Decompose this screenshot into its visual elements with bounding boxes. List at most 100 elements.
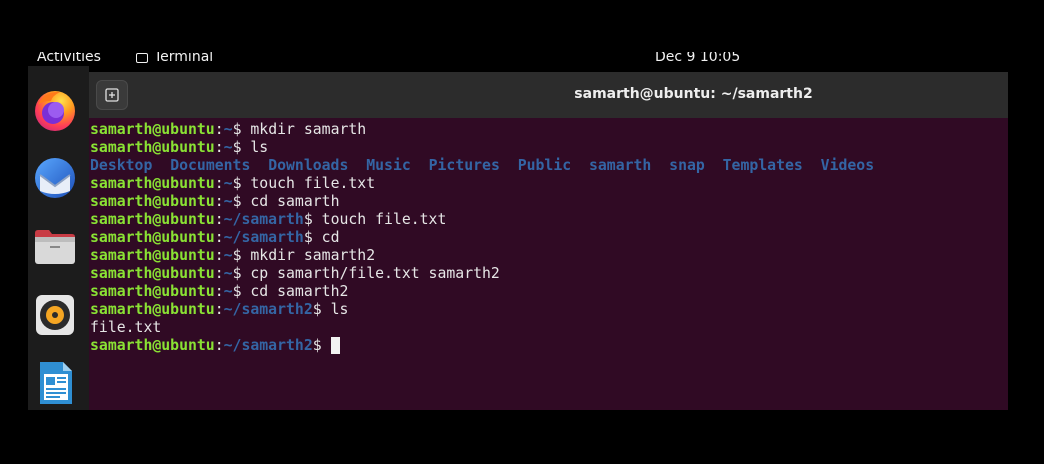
terminal-prompt-line: samarth@ubuntu:~$ cd samarth	[90, 193, 874, 211]
prompt-command: cp samarth/file.txt samarth2	[250, 265, 500, 282]
prompt-symbol: $	[312, 301, 331, 318]
activities-button[interactable]: Activities	[37, 52, 101, 66]
thunderbird-icon	[35, 158, 75, 198]
app-menu[interactable]: Terminal	[136, 52, 213, 66]
directory-entry: samarth	[588, 157, 652, 174]
directory-entry: Desktop	[90, 157, 153, 174]
directory-entry: Downloads	[268, 157, 349, 174]
dock	[28, 66, 89, 410]
prompt-path: ~/samarth	[223, 229, 304, 246]
directory-entry: Templates	[722, 157, 803, 174]
prompt-separator: :	[214, 301, 224, 318]
prompt-command: cd samarth2	[250, 283, 349, 300]
prompt-symbol: $	[312, 337, 331, 354]
prompt-separator: :	[214, 265, 224, 282]
prompt-symbol: $	[232, 175, 251, 192]
prompt-symbol: $	[232, 283, 251, 300]
top-bar: Activities Terminal Dec 9 10:05	[28, 52, 1008, 66]
directory-entry: Pictures	[428, 157, 500, 174]
terminal-prompt-line: samarth@ubuntu:~/samarth2$ ls	[90, 301, 874, 319]
terminal-prompt-line: samarth@ubuntu:~$ touch file.txt	[90, 175, 874, 193]
terminal-icon	[136, 53, 148, 63]
terminal-cursor	[330, 337, 340, 354]
prompt-separator: :	[214, 247, 224, 264]
clock[interactable]: Dec 9 10:05	[655, 52, 740, 66]
prompt-command: touch file.txt	[321, 211, 447, 228]
prompt-user: samarth@ubuntu	[90, 283, 215, 300]
prompt-separator: :	[214, 121, 224, 138]
prompt-path: ~/samarth2	[223, 301, 313, 318]
prompt-path: ~	[223, 139, 233, 156]
prompt-user: samarth@ubuntu	[90, 247, 215, 264]
prompt-symbol: $	[232, 247, 251, 264]
directory-entry: Public	[517, 157, 572, 174]
prompt-separator: :	[214, 283, 224, 300]
prompt-command: cd samarth	[250, 193, 340, 210]
rhythmbox-icon	[36, 295, 74, 335]
prompt-path: ~	[223, 247, 233, 264]
directory-entry: Documents	[170, 157, 251, 174]
prompt-command: cd	[321, 229, 340, 246]
prompt-path: ~	[223, 283, 233, 300]
terminal-prompt-line: samarth@ubuntu:~/samarth2$	[90, 337, 874, 355]
files-icon	[35, 230, 75, 264]
prompt-user: samarth@ubuntu	[90, 175, 215, 192]
dock-item-writer[interactable]	[30, 358, 80, 408]
directory-entry: Music	[366, 157, 411, 174]
app-menu-label: Terminal	[154, 52, 214, 65]
directory-entry: snap	[669, 157, 705, 174]
prompt-user: samarth@ubuntu	[90, 121, 215, 138]
prompt-path: ~	[223, 265, 233, 282]
prompt-path: ~	[223, 121, 233, 138]
prompt-user: samarth@ubuntu	[90, 211, 215, 228]
prompt-symbol: $	[303, 229, 322, 246]
prompt-user: samarth@ubuntu	[90, 301, 215, 318]
prompt-user: samarth@ubuntu	[90, 337, 215, 354]
prompt-path: ~	[223, 193, 233, 210]
prompt-user: samarth@ubuntu	[90, 229, 215, 246]
prompt-path: ~/samarth2	[223, 337, 313, 354]
prompt-symbol: $	[232, 193, 251, 210]
dock-item-firefox[interactable]	[30, 85, 80, 135]
prompt-command: mkdir samarth	[250, 121, 367, 138]
prompt-path: ~/samarth	[223, 211, 304, 228]
terminal-ls-output: Desktop Documents Downloads Music Pictur…	[90, 157, 874, 175]
prompt-separator: :	[214, 211, 224, 228]
prompt-separator: :	[214, 175, 224, 192]
prompt-user: samarth@ubuntu	[90, 193, 215, 210]
prompt-symbol: $	[303, 211, 322, 228]
dock-item-rhythmbox[interactable]	[30, 290, 80, 340]
prompt-separator: :	[214, 337, 224, 354]
terminal-output[interactable]: samarth@ubuntu:~$ mkdir samarth samarth@u…	[90, 121, 874, 355]
terminal-prompt-line: samarth@ubuntu:~$ cd samarth2	[90, 283, 874, 301]
terminal-prompt-line: samarth@ubuntu:~/samarth$ cd	[90, 229, 874, 247]
window-title: samarth@ubuntu: ~/samarth2	[574, 86, 813, 102]
terminal-prompt-line: samarth@ubuntu:~/samarth$ touch file.txt	[90, 211, 874, 229]
terminal-prompt-line: samarth@ubuntu:~$ ls	[90, 139, 874, 157]
terminal-prompt-line: samarth@ubuntu:~$ mkdir samarth	[90, 121, 874, 139]
prompt-symbol: $	[232, 121, 251, 138]
directory-entry: Videos	[820, 157, 875, 174]
prompt-path: ~	[223, 175, 233, 192]
header-bar: samarth@ubuntu: ~/samarth2	[89, 72, 1008, 118]
prompt-command: touch file.txt	[250, 175, 376, 192]
dock-item-thunderbird[interactable]	[30, 153, 80, 203]
prompt-command: mkdir samarth2	[250, 247, 376, 264]
prompt-command: ls	[250, 139, 269, 156]
terminal-prompt-line: samarth@ubuntu:~$ cp samarth/file.txt sa…	[90, 265, 874, 283]
dock-item-files[interactable]	[30, 222, 80, 272]
output-text: file.txt	[90, 319, 162, 336]
terminal-output-line: file.txt	[90, 319, 874, 337]
prompt-separator: :	[214, 229, 224, 246]
prompt-separator: :	[214, 139, 224, 156]
prompt-symbol: $	[232, 265, 251, 282]
prompt-user: samarth@ubuntu	[90, 139, 215, 156]
terminal-window: samarth@ubuntu: ~/samarth2 samarth@ubunt…	[89, 72, 1008, 410]
prompt-user: samarth@ubuntu	[90, 265, 215, 282]
firefox-icon	[35, 91, 75, 131]
prompt-symbol: $	[232, 139, 251, 156]
prompt-separator: :	[214, 193, 224, 210]
writer-icon	[40, 362, 72, 404]
terminal-prompt-line: samarth@ubuntu:~$ mkdir samarth2	[90, 247, 874, 265]
prompt-command: ls	[330, 301, 349, 318]
